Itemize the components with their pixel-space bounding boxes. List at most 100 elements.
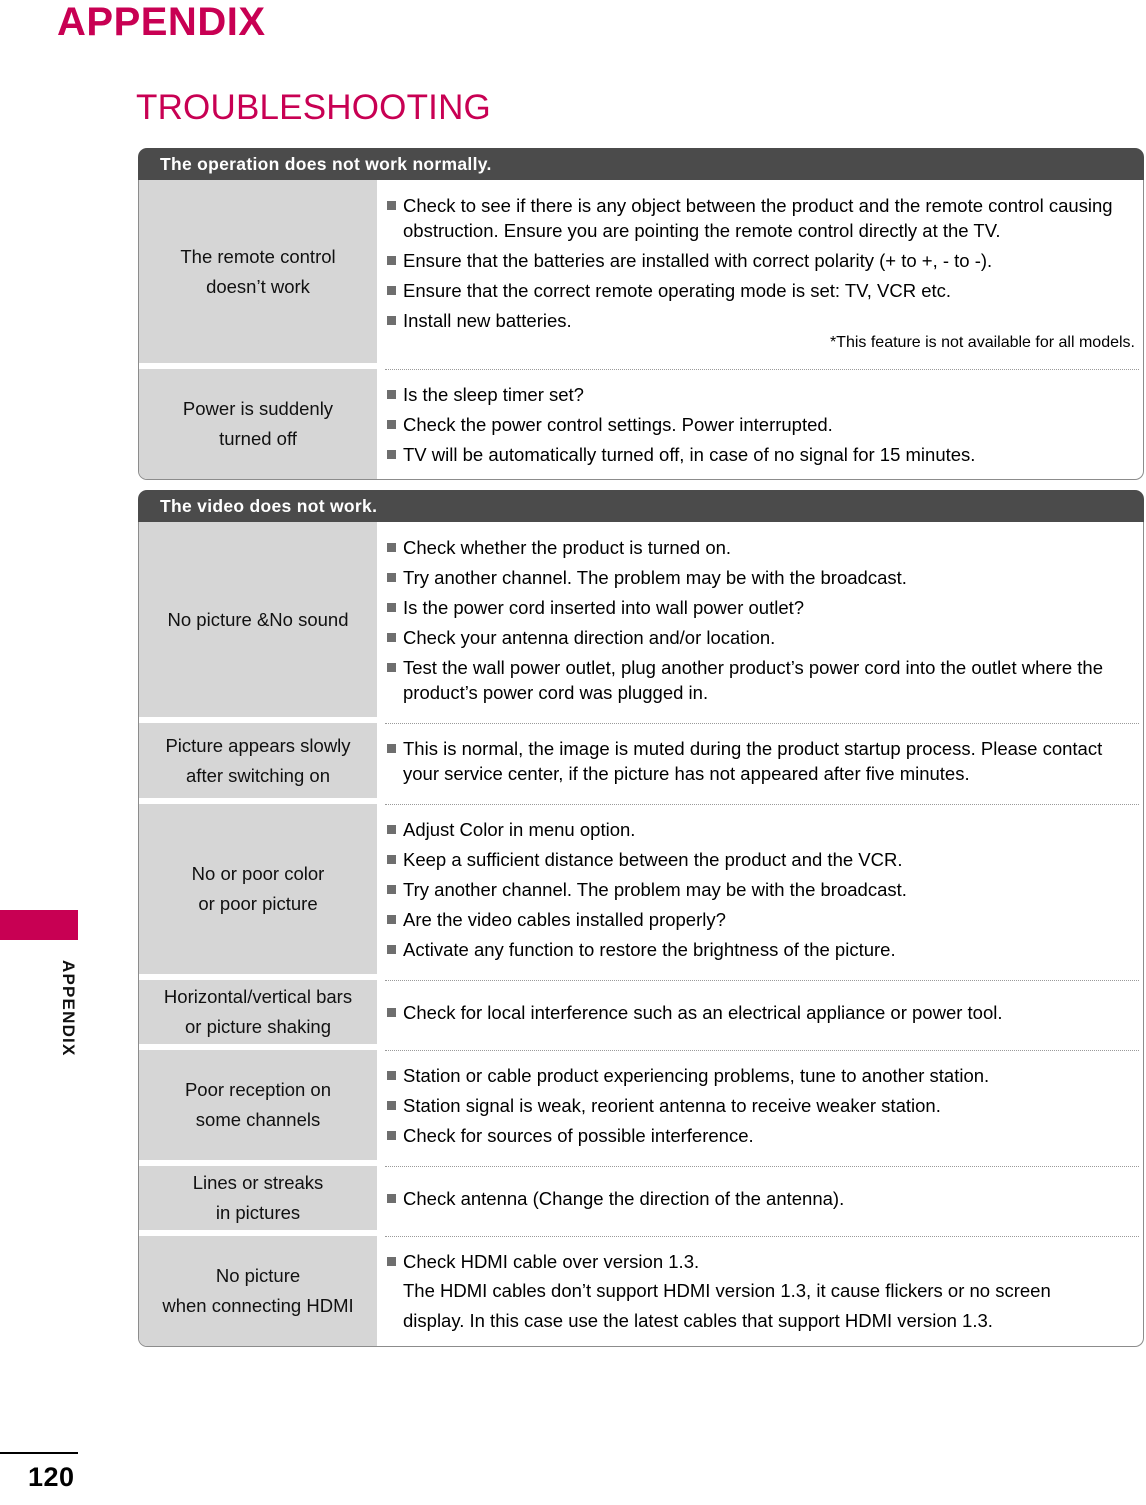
square-bullet-icon <box>387 662 396 672</box>
bullet-item: Check to see if there is any object betw… <box>387 193 1137 243</box>
row-content: Check antenna (Change the direction of t… <box>377 1166 1143 1230</box>
square-bullet-icon <box>387 449 396 459</box>
bullet-text: Check to see if there is any object betw… <box>403 194 1113 241</box>
row-content: This is normal, the image is muted durin… <box>377 723 1143 798</box>
bullet-item: Ensure that the correct remote operating… <box>387 278 1137 303</box>
bullet-text: Test the wall power outlet, plug another… <box>403 656 1103 703</box>
bullet-text: Keep a sufficient distance between the p… <box>403 848 903 870</box>
bullet-item: Try another channel. The problem may be … <box>387 877 1137 902</box>
bullet-item: Are the video cables installed properly? <box>387 907 1137 932</box>
row-label-line: Lines or streaks <box>192 1172 324 1193</box>
square-bullet-icon <box>387 389 396 399</box>
row-label-line: turned off <box>219 428 297 449</box>
bullet-text: Check for local interference such as an … <box>403 1001 1003 1023</box>
square-bullet-icon <box>387 632 396 642</box>
bullet-text: Check the power control settings. Power … <box>403 413 833 435</box>
row-label-line: Picture appears slowly <box>165 734 351 756</box>
bullet-text: Ensure that the batteries are installed … <box>403 249 993 271</box>
continuation-text: The HDMI cables don’t support HDMI versi… <box>403 1280 1051 1301</box>
bullet-item: Check your antenna direction and/or loca… <box>387 625 1137 650</box>
square-bullet-icon <box>387 854 396 864</box>
row-label-line: Poor reception on <box>184 1079 332 1100</box>
troubleshooting-table: The video does not work. No picture &No s… <box>138 490 1144 1347</box>
footnote-text: *This feature is not available for all m… <box>829 334 1135 351</box>
page-number: 120 <box>28 1462 75 1492</box>
bullet-item: Check HDMI cable over version 1.3. <box>387 1249 1137 1274</box>
bullet-text: Check HDMI cable over version 1.3. <box>403 1250 700 1272</box>
bullet-item: Adjust Color in menu option. <box>387 817 1137 842</box>
bullet-text: Is the sleep timer set? <box>403 383 584 405</box>
bullet-item: Station or cable product experiencing pr… <box>387 1063 1137 1088</box>
table-row: Horizontal/vertical bars or picture shaki… <box>139 980 1143 1044</box>
troubleshooting-table: The operation does not work normally. The… <box>138 148 1144 480</box>
square-bullet-icon <box>387 1256 396 1266</box>
bullet-item: Check antenna (Change the direction of t… <box>387 1186 1137 1211</box>
table-row: Lines or streaks in pictures Check antenna… <box>139 1166 1143 1230</box>
row-label: No picture when connecting HDMI <box>139 1236 377 1346</box>
footer-divider <box>0 1452 78 1454</box>
bullet-item: Test the wall power outlet, plug another… <box>387 655 1137 705</box>
square-bullet-icon <box>387 884 396 894</box>
row-content: Check for local interference such as an … <box>377 980 1143 1044</box>
table-header: The video does not work. <box>138 490 1144 522</box>
row-label-line: or poor picture <box>198 893 318 914</box>
bullet-item: Activate any function to restore the bri… <box>387 937 1137 962</box>
bullet-item: TV will be automatically turned off, in … <box>387 442 1137 467</box>
continuation-text: display. In this case use the latest cab… <box>403 1310 993 1331</box>
row-label: Power is suddenly turned off <box>139 369 377 479</box>
row-content: Is the sleep timer set? Check the power c… <box>377 369 1143 479</box>
bullet-item: Is the sleep timer set? <box>387 382 1137 407</box>
bullet-item: Check the power control settings. Power … <box>387 412 1137 437</box>
row-label-line: after switching on <box>186 764 330 786</box>
bullet-item: This is normal, the image is muted durin… <box>387 736 1137 786</box>
section-title: TROUBLESHOOTING <box>136 88 491 127</box>
bullet-text: Ensure that the correct remote operating… <box>403 279 952 301</box>
row-label: Lines or streaks in pictures <box>139 1166 377 1230</box>
square-bullet-icon <box>387 285 396 295</box>
bullet-item: Ensure that the batteries are installed … <box>387 248 1137 273</box>
row-label-line: or picture shaking <box>184 1016 332 1037</box>
bullet-item: Station signal is weak, reorient antenna… <box>387 1093 1137 1118</box>
bullet-text: Check your antenna direction and/or loca… <box>403 626 776 648</box>
square-bullet-icon <box>387 419 396 429</box>
page-title: APPENDIX <box>57 0 266 44</box>
bullet-item: Is the power cord inserted into wall pow… <box>387 595 1137 620</box>
bullet-text: Check antenna (Change the direction of t… <box>403 1187 845 1209</box>
row-label: No picture &No sound <box>139 522 377 717</box>
bullet-text: This is normal, the image is muted durin… <box>403 737 1103 784</box>
row-content: Check HDMI cable over version 1.3. The HD… <box>377 1236 1143 1346</box>
row-label-line: some channels <box>195 1109 321 1130</box>
square-bullet-icon <box>387 944 396 954</box>
row-label: Picture appears slowly after switching on <box>139 723 377 798</box>
bullet-text: Check whether the product is turned on. <box>403 536 732 558</box>
square-bullet-icon <box>387 315 396 325</box>
square-bullet-icon <box>387 572 396 582</box>
side-tab-marker <box>0 910 78 940</box>
table-row: No picture when connecting HDMI Check HDMI… <box>139 1236 1143 1346</box>
bullet-text: Try another channel. The problem may be … <box>403 566 907 588</box>
row-label-line: No picture &No sound <box>167 608 349 630</box>
square-bullet-icon <box>387 1193 396 1203</box>
table-row: The remote control doesn’t work Check to s… <box>139 180 1143 363</box>
row-label-line: Horizontal/vertical bars <box>163 986 353 1007</box>
bullet-text: Activate any function to restore the bri… <box>403 938 896 960</box>
square-bullet-icon <box>387 743 396 753</box>
row-content: Check whether the product is turned on. T… <box>377 522 1143 717</box>
bullet-text: Station signal is weak, reorient antenna… <box>403 1094 941 1116</box>
square-bullet-icon <box>387 602 396 612</box>
row-label: No or poor color or poor picture <box>139 804 377 974</box>
square-bullet-icon <box>387 255 396 265</box>
bullet-text: TV will be automatically turned off, in … <box>403 443 976 465</box>
square-bullet-icon <box>387 1007 396 1017</box>
square-bullet-icon <box>387 542 396 552</box>
bullet-text: Station or cable product experiencing pr… <box>403 1064 990 1086</box>
bullet-item: Try another channel. The problem may be … <box>387 565 1137 590</box>
bullet-text: Are the video cables installed properly? <box>403 908 726 930</box>
bullet-item: Check for local interference such as an … <box>387 1000 1137 1025</box>
row-label: The remote control doesn’t work <box>139 180 377 363</box>
bullet-text: Try another channel. The problem may be … <box>403 878 907 900</box>
row-content: Station or cable product experiencing pr… <box>377 1050 1143 1160</box>
bullet-text: Check for sources of possible interferen… <box>403 1124 754 1146</box>
row-label-line: doesn’t work <box>206 275 310 297</box>
square-bullet-icon <box>387 1070 396 1080</box>
